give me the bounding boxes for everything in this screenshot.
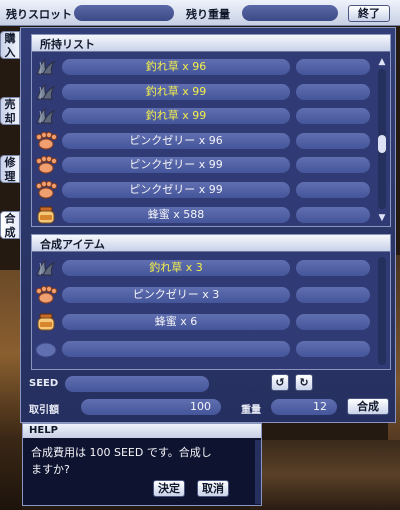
list-item[interactable]: ピンクゼリー x 96 [34, 129, 374, 153]
item-extra-field [296, 206, 370, 223]
paw-icon [34, 285, 58, 305]
item-name: 釣れ草 x 99 [145, 84, 207, 98]
list-item[interactable]: 釣れ草 x 3 [34, 256, 374, 280]
owned-items-title: 所持リスト [40, 38, 95, 51]
tab-buy-char-1: 購入 [1, 32, 19, 60]
background-scenery-bottom [250, 440, 400, 510]
close-button[interactable]: 終了 [348, 5, 390, 22]
list-item[interactable]: 蜂蜜 x 6 [34, 310, 374, 334]
trade-amount-field: 100 [81, 399, 221, 415]
tab-sell[interactable]: 売却 [0, 97, 20, 125]
synthesis-scrollbar[interactable] [378, 257, 386, 365]
paw-icon [34, 131, 58, 151]
item-name: 蜂蜜 x 6 [154, 315, 198, 328]
paw-icon [34, 155, 58, 175]
tab-char: 却 [4, 112, 16, 125]
item-extra-field [296, 59, 370, 75]
scroll-up-icon[interactable]: ▲ [377, 57, 387, 67]
seed-field [65, 376, 209, 392]
remaining-weight-field [242, 5, 338, 21]
rotate-left-icon[interactable]: ↺ [271, 374, 289, 391]
owned-scroll-thumb[interactable] [378, 135, 386, 153]
rotate-right-icon[interactable]: ↻ [295, 374, 313, 391]
item-name: 蜂蜜 x 588 [147, 207, 205, 221]
synthesis-items-title: 合成アイテム [40, 238, 105, 251]
tab-char: 理 [4, 170, 16, 183]
item-name: ピンクゼリー x 3 [132, 288, 220, 301]
paw-icon [34, 180, 58, 200]
honey-jar-icon [34, 205, 58, 225]
scroll-down-icon[interactable]: ▼ [377, 213, 387, 223]
synthesis-window: 所持リスト 釣れ草 x 96 釣れ草 x 99 釣れ草 x 99 ピンクゼリー x 9… [20, 27, 396, 423]
help-message-line-1: 合成費用は 100 SEED です。合成し [31, 446, 212, 459]
item-name: ピンクゼリー x 99 [129, 183, 223, 196]
item-name: ピンクゼリー x 99 [129, 158, 223, 172]
tab-char: 合 [4, 212, 16, 225]
weight-label: 重量 [241, 405, 261, 416]
item-extra-field [296, 182, 370, 198]
help-scrollbar[interactable] [255, 440, 261, 504]
help-title-bar: HELP [23, 424, 261, 438]
synthesis-items-title-bar: 合成アイテム [32, 235, 390, 252]
list-item[interactable]: 蜂蜜 x 588 [34, 203, 374, 227]
item-name: ピンクゼリー x 96 [129, 133, 223, 147]
synthesis-items-panel: 合成アイテム 釣れ草 x 3 ピンクゼリー x 3 蜂蜜 x 6 [31, 234, 391, 370]
help-message: 合成費用は 100 SEED です。合成し ますか? [31, 444, 257, 478]
tab-char: 入 [4, 46, 16, 59]
tab-buy[interactable]: 購入 [0, 31, 20, 59]
tab-synthesis-char-1: 合成 [1, 212, 19, 240]
trade-amount-label: 取引額 [29, 405, 59, 416]
tab-char: 購 [4, 32, 16, 45]
help-message-line-2: ますか? [31, 463, 70, 476]
confirm-button[interactable]: 決定 [153, 480, 185, 497]
list-item[interactable]: ピンクゼリー x 99 [34, 178, 374, 202]
item-name-field [62, 341, 290, 357]
owned-items-panel: 所持リスト 釣れ草 x 96 釣れ草 x 99 釣れ草 x 99 ピンクゼリー x 9… [31, 34, 391, 227]
remaining-weight-label: 残り重量 [186, 8, 230, 21]
honey-jar-icon [34, 312, 58, 332]
seed-label: SEED [29, 378, 59, 389]
tab-repair[interactable]: 修理 [0, 155, 20, 183]
item-extra-field [296, 314, 370, 330]
list-item[interactable] [34, 337, 374, 361]
item-extra-field [296, 83, 370, 100]
list-item[interactable]: 釣れ草 x 96 [34, 55, 374, 79]
weight-field: 12 [271, 399, 337, 415]
list-item[interactable]: ピンクゼリー x 3 [34, 283, 374, 307]
tab-char: 成 [4, 226, 16, 239]
item-extra-field [296, 341, 370, 357]
tab-char: 売 [4, 98, 16, 111]
list-item[interactable]: 釣れ草 x 99 [34, 80, 374, 104]
grass-icon [34, 82, 58, 102]
list-item[interactable]: 釣れ草 x 99 [34, 104, 374, 128]
tab-sell-char-1: 売却 [1, 98, 19, 126]
item-extra-field [296, 108, 370, 125]
help-title: HELP [29, 425, 58, 436]
remaining-slots-field [74, 5, 174, 21]
owned-scrollbar[interactable] [378, 69, 386, 209]
item-extra-field [296, 260, 370, 276]
status-bar: 残りスロット 残り重量 終了 [0, 0, 400, 26]
item-name: 釣れ草 x 99 [145, 109, 207, 123]
owned-items-title-bar: 所持リスト [32, 35, 390, 52]
tab-char: 修 [4, 156, 16, 169]
item-extra-field [296, 132, 370, 149]
grass-icon [34, 106, 58, 126]
item-name: 釣れ草 x 96 [145, 60, 207, 73]
cancel-button[interactable]: 取消 [197, 480, 229, 497]
tab-synthesis[interactable]: 合成 [0, 211, 20, 239]
remaining-slots-label: 残りスロット [6, 8, 72, 21]
tab-repair-char-1: 修理 [1, 156, 19, 184]
grass-icon [34, 57, 58, 77]
list-item[interactable]: ピンクゼリー x 99 [34, 153, 374, 177]
empty-slot-icon [34, 339, 58, 359]
item-extra-field [296, 157, 370, 174]
synthesize-button[interactable]: 合成 [347, 398, 389, 415]
grass-icon [34, 258, 58, 278]
item-name: 釣れ草 x 3 [149, 261, 203, 274]
background-scenery-left [0, 270, 22, 510]
item-extra-field [296, 287, 370, 303]
help-dialog: HELP 合成費用は 100 SEED です。合成し ますか? 決定 取消 [22, 423, 262, 506]
